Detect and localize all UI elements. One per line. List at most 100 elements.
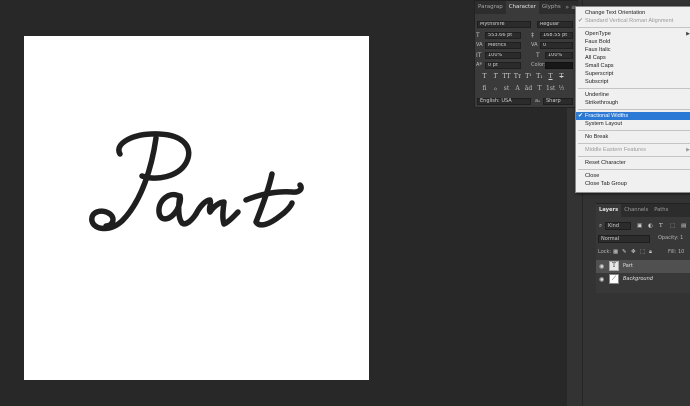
kerning-icon: VA [476,42,483,48]
layer-row-part[interactable]: ◉ T Part [596,260,690,273]
antialias-select[interactable]: Sharp [543,98,573,105]
text-layer-thumbnail: T [609,261,619,271]
layer-name[interactable]: Background [623,276,653,283]
swash-button[interactable]: A [513,85,522,92]
lock-transparent-icon[interactable]: ▦ [613,249,618,256]
menu-label: Faux Italic [585,47,611,53]
tracking-field[interactable]: 0 [540,42,573,49]
check-icon: ✔ [578,18,584,24]
menu-item-system-layout[interactable]: System Layout [576,120,690,128]
tab-glyphs[interactable]: Glyphs [539,1,564,14]
fractions-button[interactable]: ½ [557,85,566,92]
blend-mode-select[interactable]: Normal [598,235,650,243]
kerning-field[interactable]: Metrics [485,42,521,49]
tab-channels[interactable]: Channels [621,204,651,217]
tracking-icon: VA [531,42,538,48]
all-caps-button[interactable]: TT [502,73,511,80]
menu-item-all-caps[interactable]: All Caps [576,54,690,62]
vertical-scale-field[interactable]: 100% [485,52,521,59]
font-size-field[interactable]: 553.66 pt [485,32,521,39]
menu-item-superscript[interactable]: Superscript [576,70,690,78]
fill-field[interactable]: Fill: 10 [668,249,684,256]
menu-item-subscript[interactable]: Subscript [576,78,690,86]
layer-name[interactable]: Part [623,263,633,270]
filter-type-icon[interactable]: T [659,223,663,230]
menu-divider [578,143,690,144]
search-icon: ⌕ [599,223,603,229]
filter-smart-object-icon[interactable]: ▤ [681,223,686,230]
submenu-arrow-icon: ▶ [686,31,690,37]
faux-bold-button[interactable]: T [480,73,489,80]
horizontal-scale-icon: T [536,52,540,59]
font-family-select[interactable]: Mythshire [477,21,531,28]
ordinals-button[interactable]: 1st [546,85,555,92]
filter-adjustment-icon[interactable]: ◐ [648,223,653,230]
leading-icon: ‡ [531,32,534,39]
menu-item-strikethrough[interactable]: Strikethrough [576,99,690,107]
visibility-eye-icon[interactable]: ◉ [599,276,604,283]
menu-item-close-tab-group[interactable]: Close Tab Group [576,180,690,188]
menu-divider [578,130,690,131]
contextual-alternates-button[interactable]: ℴ [491,85,500,92]
titling-alternates-button[interactable]: T [535,85,544,92]
menu-label: Fractional Widths [585,113,629,119]
menu-item-faux-italic[interactable]: Faux Italic [576,46,690,54]
tab-paths[interactable]: Paths [651,204,671,217]
menu-label: Underline [585,92,609,98]
menu-item-reset-character[interactable]: Reset Character [576,159,690,167]
menu-item-no-break[interactable]: No Break [576,133,690,141]
layers-panel: Layers Channels Paths ⌕ Kind ▣ ◐ T ⬚ ▤ N… [596,203,690,293]
menu-item-opentype[interactable]: OpenType ▶ [576,30,690,38]
background-layer-thumbnail: ⟋ [609,274,619,284]
horizontal-scale-field[interactable]: 100% [545,52,573,59]
part-script-text[interactable] [24,36,369,380]
layer-row-background[interactable]: ◉ ⟋ Background [596,273,690,286]
menu-label: Subscript [585,79,609,85]
menu-item-fractional-widths[interactable]: ✔ Fractional Widths [576,112,690,120]
small-caps-button[interactable]: Tт [513,73,522,80]
tab-character[interactable]: Character [505,1,539,14]
menu-item-faux-bold[interactable]: Faux Bold [576,38,690,46]
menu-label: Superscript [585,71,614,77]
menu-item-change-text-orientation[interactable]: Change Text Orientation [576,9,690,17]
superscript-button[interactable]: T¹ [524,73,533,80]
font-size-icon: T [476,32,480,39]
discretionary-ligatures-button[interactable]: st [502,85,511,92]
layer-filter-kind-select[interactable]: Kind [605,222,631,230]
lock-artboard-icon[interactable]: ⬚ [640,249,645,256]
subscript-button[interactable]: T₁ [535,73,544,80]
menu-item-standard-vertical-roman-alignment: ✔ Standard Vertical Roman Alignment [576,17,690,25]
vertical-scale-icon: IT [476,52,482,59]
language-select[interactable]: English: USA [477,98,531,105]
tab-paragraph[interactable]: Paragrap [475,1,506,14]
stylistic-alternates-button[interactable]: ād [524,85,533,92]
baseline-shift-field[interactable]: 0 pt [485,62,521,69]
underline-button[interactable]: T [546,73,555,80]
menu-item-underline[interactable]: Underline [576,91,690,99]
text-color-swatch[interactable] [545,62,573,69]
lock-all-icon[interactable]: 🔒︎ [649,249,652,256]
lock-position-icon[interactable]: ✥ [631,249,636,256]
faux-italic-button[interactable]: T [491,73,500,80]
menu-label: Middle Eastern Features [585,147,646,153]
menu-label: Close Tab Group [585,181,627,187]
filter-pixel-icon[interactable]: ▣ [637,223,642,230]
strikethrough-button[interactable]: T [557,73,566,80]
menu-item-middle-eastern-features: Middle Eastern Features ▶ [576,146,690,154]
menu-divider [578,156,690,157]
filter-shape-icon[interactable]: ⬚ [670,223,675,230]
menu-label: Standard Vertical Roman Alignment [585,18,674,24]
document-canvas[interactable] [24,36,369,380]
tab-layers[interactable]: Layers [596,204,622,217]
menu-item-close[interactable]: Close [576,172,690,180]
color-label: Color: [531,62,546,68]
ligatures-button[interactable]: fi [480,85,489,92]
visibility-eye-icon[interactable]: ◉ [599,263,604,270]
menu-divider [578,169,690,170]
leading-field[interactable]: 168.55 pt [540,32,573,39]
opacity-field[interactable]: Opacity: 1 [658,235,683,242]
font-style-select[interactable]: Regular [537,21,573,28]
lock-image-icon[interactable]: ✎ [622,249,627,256]
menu-divider [578,27,690,28]
menu-item-small-caps[interactable]: Small Caps [576,62,690,70]
